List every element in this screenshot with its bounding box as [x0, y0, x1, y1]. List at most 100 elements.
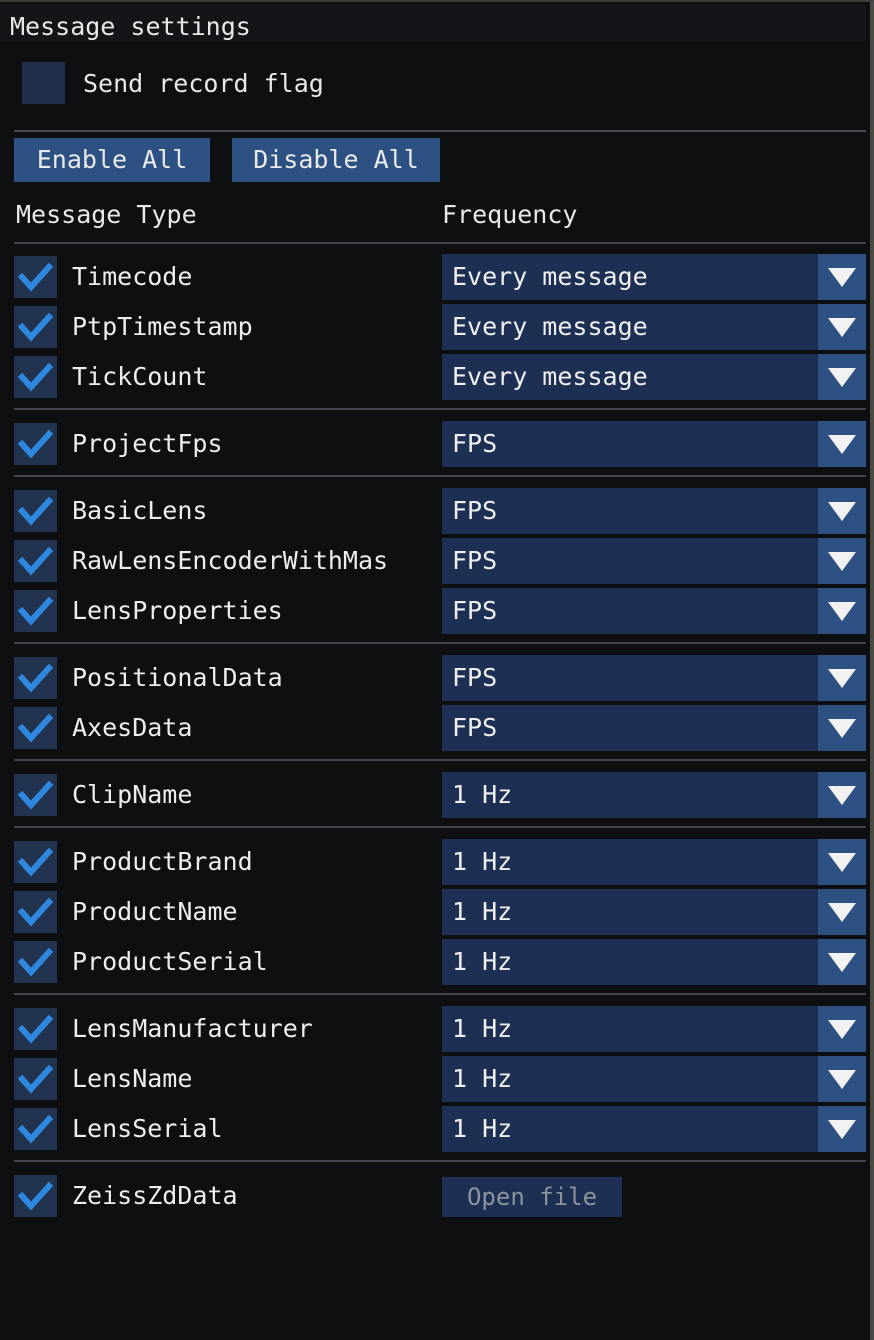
- frequency-value: 1 Hz: [452, 897, 513, 926]
- separator-top: [14, 130, 866, 132]
- title-bar: Message settings: [0, 4, 866, 42]
- row-checkbox[interactable]: [14, 657, 57, 699]
- row-checkbox[interactable]: [14, 841, 57, 883]
- message-type-label: ZeissZdData: [72, 1181, 238, 1210]
- message-type-label: LensManufacturer: [72, 1014, 313, 1043]
- chevron-down-icon[interactable]: [818, 772, 866, 818]
- chevron-down-icon[interactable]: [818, 1106, 866, 1152]
- frequency-value: Every message: [452, 262, 648, 291]
- message-type-label: ProjectFps: [72, 429, 223, 458]
- check-icon: [14, 941, 57, 983]
- separator-header: [14, 242, 866, 244]
- frequency-dropdown[interactable]: 1 Hz: [442, 1006, 866, 1052]
- group-separator: [14, 1160, 866, 1162]
- table-row: ZeissZdData Open file: [0, 1171, 866, 1221]
- frequency-value: FPS: [452, 713, 498, 742]
- message-type-label: PositionalData: [72, 663, 283, 692]
- message-type-label: ProductBrand: [72, 847, 253, 876]
- check-icon: [14, 1058, 57, 1100]
- table-row: ProductName 1 Hz: [0, 887, 866, 937]
- frequency-dropdown[interactable]: FPS: [442, 705, 866, 751]
- frequency-dropdown[interactable]: 1 Hz: [442, 1056, 866, 1102]
- row-checkbox[interactable]: [14, 356, 57, 398]
- chevron-down-icon[interactable]: [818, 488, 866, 534]
- disable-all-button[interactable]: Disable All: [232, 138, 440, 182]
- page-title: Message settings: [10, 12, 251, 41]
- check-icon: [14, 256, 57, 298]
- frequency-value: Every message: [452, 312, 648, 341]
- check-icon: [14, 356, 57, 398]
- row-checkbox[interactable]: [14, 941, 57, 983]
- row-checkbox[interactable]: [14, 490, 57, 532]
- frequency-dropdown[interactable]: FPS: [442, 488, 866, 534]
- chevron-down-icon[interactable]: [818, 1006, 866, 1052]
- table-row: ProjectFps FPS: [0, 419, 866, 469]
- table-row: PtpTimestamp Every message: [0, 302, 866, 352]
- row-checkbox[interactable]: [14, 590, 57, 632]
- row-checkbox[interactable]: [14, 1008, 57, 1050]
- column-header-frequency: Frequency: [442, 200, 578, 229]
- frequency-dropdown[interactable]: FPS: [442, 538, 866, 584]
- frequency-dropdown[interactable]: FPS: [442, 588, 866, 634]
- row-checkbox[interactable]: [14, 891, 57, 933]
- row-checkbox[interactable]: [14, 1175, 57, 1217]
- frequency-dropdown[interactable]: 1 Hz: [442, 939, 866, 985]
- group-separator: [14, 408, 866, 410]
- row-checkbox[interactable]: [14, 774, 57, 816]
- chevron-down-icon[interactable]: [818, 939, 866, 985]
- table-row: LensProperties FPS: [0, 586, 866, 636]
- group-separator: [14, 642, 866, 644]
- frequency-value: FPS: [452, 663, 498, 692]
- chevron-down-icon[interactable]: [818, 538, 866, 584]
- row-checkbox[interactable]: [14, 306, 57, 348]
- chevron-down-icon[interactable]: [818, 421, 866, 467]
- row-checkbox[interactable]: [14, 1058, 57, 1100]
- chevron-down-icon[interactable]: [818, 655, 866, 701]
- row-checkbox[interactable]: [14, 256, 57, 298]
- frequency-dropdown[interactable]: FPS: [442, 421, 866, 467]
- check-icon: [14, 1108, 57, 1150]
- frequency-value: FPS: [452, 429, 498, 458]
- message-type-label: RawLensEncoderWithMas: [72, 546, 389, 575]
- frequency-dropdown[interactable]: FPS: [442, 655, 866, 701]
- chevron-down-icon[interactable]: [818, 1056, 866, 1102]
- frequency-dropdown[interactable]: 1 Hz: [442, 889, 866, 935]
- check-icon: [14, 306, 57, 348]
- chevron-down-icon[interactable]: [818, 588, 866, 634]
- frequency-dropdown[interactable]: 1 Hz: [442, 839, 866, 885]
- chevron-down-icon[interactable]: [818, 354, 866, 400]
- chevron-down-icon[interactable]: [818, 839, 866, 885]
- table-row: RawLensEncoderWithMas FPS: [0, 536, 866, 586]
- row-checkbox[interactable]: [14, 707, 57, 749]
- message-type-label: ClipName: [72, 780, 193, 809]
- check-icon: [14, 540, 57, 582]
- check-icon: [14, 423, 57, 465]
- table-row: ProductSerial 1 Hz: [0, 937, 866, 987]
- frequency-value: 1 Hz: [452, 1064, 513, 1093]
- frequency-value: 1 Hz: [452, 947, 513, 976]
- row-checkbox[interactable]: [14, 540, 57, 582]
- row-checkbox[interactable]: [14, 1108, 57, 1150]
- chevron-down-icon[interactable]: [818, 304, 866, 350]
- table-row: Timecode Every message: [0, 252, 866, 302]
- check-icon: [14, 707, 57, 749]
- frequency-dropdown[interactable]: Every message: [442, 254, 866, 300]
- frequency-dropdown[interactable]: 1 Hz: [442, 1106, 866, 1152]
- chevron-down-icon[interactable]: [818, 254, 866, 300]
- frequency-dropdown[interactable]: Every message: [442, 354, 866, 400]
- message-settings-panel: Message settings Send record flag Enable…: [0, 0, 874, 1340]
- chevron-down-icon[interactable]: [818, 889, 866, 935]
- row-checkbox[interactable]: [14, 423, 57, 465]
- enable-all-button[interactable]: Enable All: [14, 138, 210, 182]
- open-file-button[interactable]: Open file: [442, 1177, 622, 1217]
- column-header-message-type: Message Type: [16, 200, 197, 229]
- frequency-dropdown[interactable]: 1 Hz: [442, 772, 866, 818]
- frequency-dropdown[interactable]: Every message: [442, 304, 866, 350]
- message-type-label: LensProperties: [72, 596, 283, 625]
- frequency-value: 1 Hz: [452, 847, 513, 876]
- send-record-flag-row: Send record flag: [0, 44, 866, 122]
- send-record-flag-checkbox[interactable]: [22, 62, 65, 104]
- message-type-label: ProductSerial: [72, 947, 268, 976]
- message-type-label: Timecode: [72, 262, 193, 291]
- chevron-down-icon[interactable]: [818, 705, 866, 751]
